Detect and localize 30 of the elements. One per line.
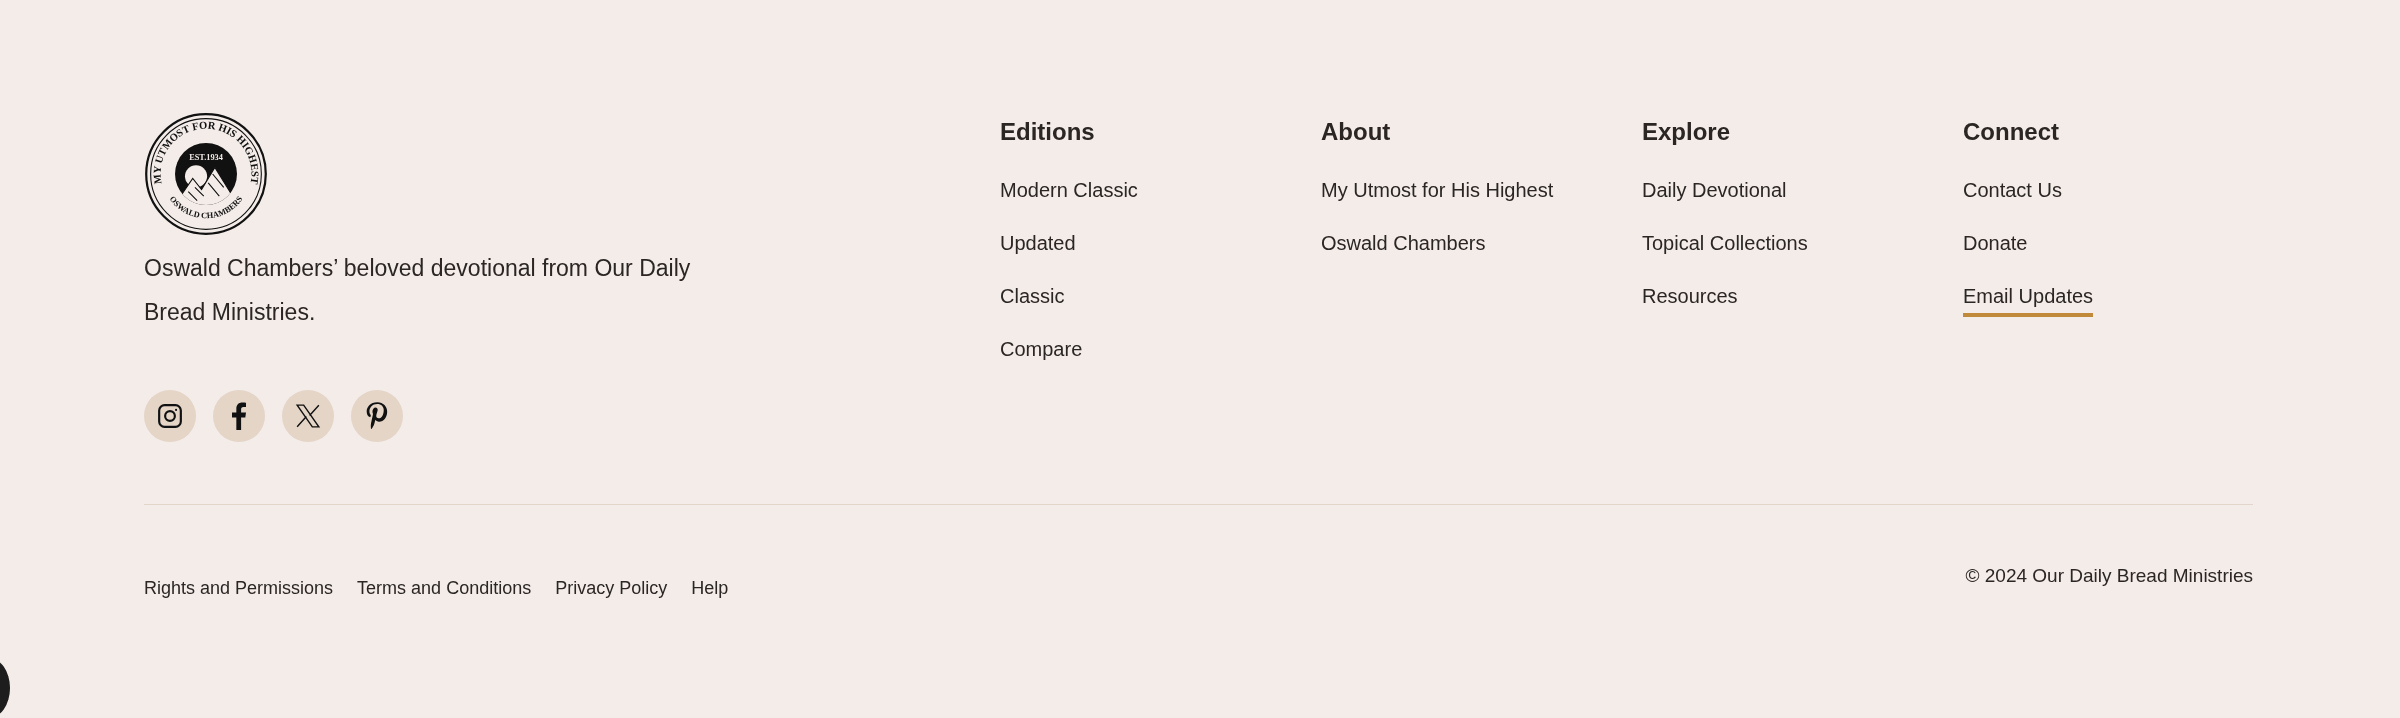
footer-link[interactable]: Email Updates — [1963, 282, 2094, 317]
footer-link[interactable]: Updated — [1000, 229, 1076, 264]
footer-link[interactable]: Contact Us — [1963, 176, 2062, 211]
legal-link[interactable]: Terms and Conditions — [357, 578, 532, 599]
footer-link[interactable]: Donate — [1963, 229, 2028, 264]
column-heading: About — [1321, 118, 1391, 146]
column-heading: Editions — [1000, 118, 1095, 146]
legal-link[interactable]: Help — [691, 578, 729, 599]
facebook-button[interactable] — [213, 390, 265, 442]
footer-link[interactable]: Compare — [1000, 335, 1083, 370]
copyright-text: © 2024 Our Daily Bread Ministries — [1965, 565, 2253, 587]
footer-link[interactable]: Resources — [1642, 282, 1738, 317]
footer-link[interactable]: Daily Devotional — [1642, 176, 1787, 211]
pinterest-icon — [366, 402, 388, 430]
footer-link[interactable]: My Utmost for His Highest — [1321, 176, 1554, 211]
footer-link[interactable]: Modern Classic — [1000, 176, 1138, 211]
facebook-icon — [231, 402, 247, 430]
footer-link[interactable]: Classic — [1000, 282, 1065, 317]
brand-description: Oswald Chambers’ beloved devotional from Our Daily Bread Ministries. — [144, 254, 692, 327]
footer-link[interactable]: Topical Collections — [1642, 229, 1808, 264]
footer-link[interactable]: Oswald Chambers — [1321, 229, 1486, 264]
column-heading: Connect — [1963, 118, 2059, 146]
column-heading: Explore — [1642, 118, 1731, 146]
instagram-icon — [157, 403, 183, 429]
x-button[interactable] — [282, 390, 334, 442]
x-icon — [295, 403, 321, 429]
instagram-button[interactable] — [144, 390, 196, 442]
pinterest-button[interactable] — [351, 390, 403, 442]
legal-link[interactable]: Privacy Policy — [555, 578, 668, 599]
legal-link[interactable]: Rights and Permissions — [144, 578, 334, 599]
